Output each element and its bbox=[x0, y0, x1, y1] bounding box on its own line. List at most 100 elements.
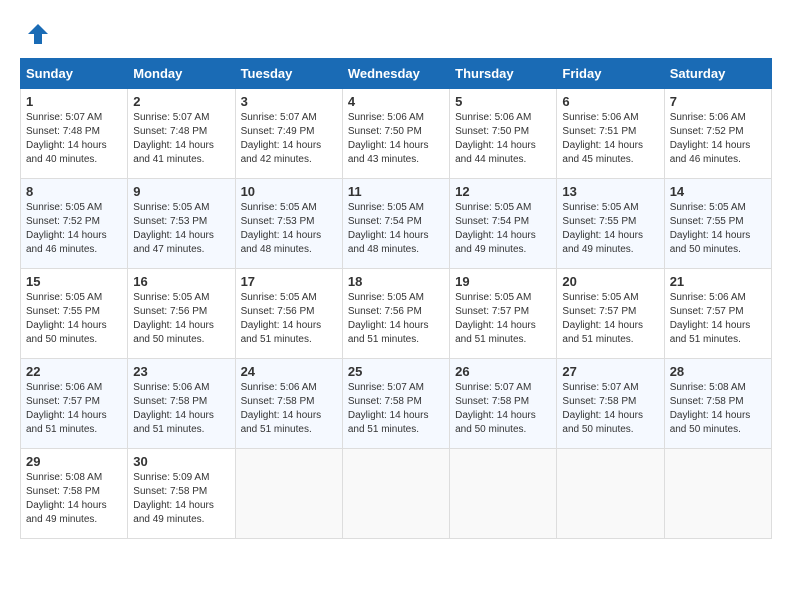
day-number: 2 bbox=[133, 94, 229, 109]
day-cell-28: 28 Sunrise: 5:08 AM Sunset: 7:58 PM Dayl… bbox=[664, 359, 771, 449]
day-number: 26 bbox=[455, 364, 551, 379]
day-cell-16: 16 Sunrise: 5:05 AM Sunset: 7:56 PM Dayl… bbox=[128, 269, 235, 359]
day-header-saturday: Saturday bbox=[664, 59, 771, 89]
day-number: 14 bbox=[670, 184, 766, 199]
empty-cell bbox=[557, 449, 664, 539]
day-number: 24 bbox=[241, 364, 337, 379]
day-number: 16 bbox=[133, 274, 229, 289]
day-number: 21 bbox=[670, 274, 766, 289]
empty-cell bbox=[664, 449, 771, 539]
day-number: 20 bbox=[562, 274, 658, 289]
day-cell-8: 8 Sunrise: 5:05 AM Sunset: 7:52 PM Dayli… bbox=[21, 179, 128, 269]
day-detail: Sunrise: 5:05 AM Sunset: 7:55 PM Dayligh… bbox=[670, 201, 766, 257]
day-number: 7 bbox=[670, 94, 766, 109]
day-number: 4 bbox=[348, 94, 444, 109]
day-cell-14: 14 Sunrise: 5:05 AM Sunset: 7:55 PM Dayl… bbox=[664, 179, 771, 269]
day-number: 9 bbox=[133, 184, 229, 199]
day-detail: Sunrise: 5:06 AM Sunset: 7:51 PM Dayligh… bbox=[562, 111, 658, 167]
day-detail: Sunrise: 5:07 AM Sunset: 7:49 PM Dayligh… bbox=[241, 111, 337, 167]
day-number: 1 bbox=[26, 94, 122, 109]
day-cell-19: 19 Sunrise: 5:05 AM Sunset: 7:57 PM Dayl… bbox=[450, 269, 557, 359]
calendar-week-1: 1 Sunrise: 5:07 AM Sunset: 7:48 PM Dayli… bbox=[21, 89, 772, 179]
day-cell-3: 3 Sunrise: 5:07 AM Sunset: 7:49 PM Dayli… bbox=[235, 89, 342, 179]
day-detail: Sunrise: 5:05 AM Sunset: 7:54 PM Dayligh… bbox=[348, 201, 444, 257]
day-cell-2: 2 Sunrise: 5:07 AM Sunset: 7:48 PM Dayli… bbox=[128, 89, 235, 179]
day-detail: Sunrise: 5:07 AM Sunset: 7:58 PM Dayligh… bbox=[562, 381, 658, 437]
day-cell-17: 17 Sunrise: 5:05 AM Sunset: 7:56 PM Dayl… bbox=[235, 269, 342, 359]
day-detail: Sunrise: 5:08 AM Sunset: 7:58 PM Dayligh… bbox=[670, 381, 766, 437]
day-number: 12 bbox=[455, 184, 551, 199]
logo-icon bbox=[24, 20, 52, 48]
day-cell-20: 20 Sunrise: 5:05 AM Sunset: 7:57 PM Dayl… bbox=[557, 269, 664, 359]
day-cell-1: 1 Sunrise: 5:07 AM Sunset: 7:48 PM Dayli… bbox=[21, 89, 128, 179]
day-header-sunday: Sunday bbox=[21, 59, 128, 89]
day-header-tuesday: Tuesday bbox=[235, 59, 342, 89]
day-number: 8 bbox=[26, 184, 122, 199]
day-number: 17 bbox=[241, 274, 337, 289]
day-cell-29: 29 Sunrise: 5:08 AM Sunset: 7:58 PM Dayl… bbox=[21, 449, 128, 539]
day-header-monday: Monday bbox=[128, 59, 235, 89]
calendar-week-3: 15 Sunrise: 5:05 AM Sunset: 7:55 PM Dayl… bbox=[21, 269, 772, 359]
calendar-week-5: 29 Sunrise: 5:08 AM Sunset: 7:58 PM Dayl… bbox=[21, 449, 772, 539]
day-cell-23: 23 Sunrise: 5:06 AM Sunset: 7:58 PM Dayl… bbox=[128, 359, 235, 449]
day-number: 5 bbox=[455, 94, 551, 109]
day-number: 15 bbox=[26, 274, 122, 289]
day-detail: Sunrise: 5:06 AM Sunset: 7:50 PM Dayligh… bbox=[348, 111, 444, 167]
day-detail: Sunrise: 5:07 AM Sunset: 7:48 PM Dayligh… bbox=[26, 111, 122, 167]
empty-cell bbox=[450, 449, 557, 539]
day-cell-10: 10 Sunrise: 5:05 AM Sunset: 7:53 PM Dayl… bbox=[235, 179, 342, 269]
day-detail: Sunrise: 5:05 AM Sunset: 7:57 PM Dayligh… bbox=[455, 291, 551, 347]
day-cell-24: 24 Sunrise: 5:06 AM Sunset: 7:58 PM Dayl… bbox=[235, 359, 342, 449]
day-number: 13 bbox=[562, 184, 658, 199]
day-number: 23 bbox=[133, 364, 229, 379]
day-detail: Sunrise: 5:06 AM Sunset: 7:58 PM Dayligh… bbox=[241, 381, 337, 437]
header-row: SundayMondayTuesdayWednesdayThursdayFrid… bbox=[21, 59, 772, 89]
day-detail: Sunrise: 5:05 AM Sunset: 7:55 PM Dayligh… bbox=[562, 201, 658, 257]
day-number: 10 bbox=[241, 184, 337, 199]
empty-cell bbox=[342, 449, 449, 539]
calendar-table: SundayMondayTuesdayWednesdayThursdayFrid… bbox=[20, 58, 772, 539]
day-detail: Sunrise: 5:05 AM Sunset: 7:56 PM Dayligh… bbox=[133, 291, 229, 347]
day-cell-13: 13 Sunrise: 5:05 AM Sunset: 7:55 PM Dayl… bbox=[557, 179, 664, 269]
header bbox=[20, 20, 772, 48]
day-cell-6: 6 Sunrise: 5:06 AM Sunset: 7:51 PM Dayli… bbox=[557, 89, 664, 179]
day-number: 3 bbox=[241, 94, 337, 109]
day-detail: Sunrise: 5:05 AM Sunset: 7:53 PM Dayligh… bbox=[133, 201, 229, 257]
day-header-thursday: Thursday bbox=[450, 59, 557, 89]
day-detail: Sunrise: 5:09 AM Sunset: 7:58 PM Dayligh… bbox=[133, 471, 229, 527]
day-header-wednesday: Wednesday bbox=[342, 59, 449, 89]
day-detail: Sunrise: 5:05 AM Sunset: 7:56 PM Dayligh… bbox=[241, 291, 337, 347]
logo bbox=[20, 20, 52, 48]
day-detail: Sunrise: 5:06 AM Sunset: 7:57 PM Dayligh… bbox=[670, 291, 766, 347]
day-detail: Sunrise: 5:05 AM Sunset: 7:54 PM Dayligh… bbox=[455, 201, 551, 257]
day-number: 30 bbox=[133, 454, 229, 469]
logo-text bbox=[20, 20, 52, 48]
day-cell-26: 26 Sunrise: 5:07 AM Sunset: 7:58 PM Dayl… bbox=[450, 359, 557, 449]
day-number: 28 bbox=[670, 364, 766, 379]
day-number: 27 bbox=[562, 364, 658, 379]
day-cell-15: 15 Sunrise: 5:05 AM Sunset: 7:55 PM Dayl… bbox=[21, 269, 128, 359]
day-cell-27: 27 Sunrise: 5:07 AM Sunset: 7:58 PM Dayl… bbox=[557, 359, 664, 449]
day-detail: Sunrise: 5:08 AM Sunset: 7:58 PM Dayligh… bbox=[26, 471, 122, 527]
day-number: 18 bbox=[348, 274, 444, 289]
day-header-friday: Friday bbox=[557, 59, 664, 89]
day-number: 11 bbox=[348, 184, 444, 199]
day-cell-18: 18 Sunrise: 5:05 AM Sunset: 7:56 PM Dayl… bbox=[342, 269, 449, 359]
empty-cell bbox=[235, 449, 342, 539]
day-cell-21: 21 Sunrise: 5:06 AM Sunset: 7:57 PM Dayl… bbox=[664, 269, 771, 359]
day-cell-11: 11 Sunrise: 5:05 AM Sunset: 7:54 PM Dayl… bbox=[342, 179, 449, 269]
day-detail: Sunrise: 5:05 AM Sunset: 7:55 PM Dayligh… bbox=[26, 291, 122, 347]
calendar-week-2: 8 Sunrise: 5:05 AM Sunset: 7:52 PM Dayli… bbox=[21, 179, 772, 269]
day-cell-7: 7 Sunrise: 5:06 AM Sunset: 7:52 PM Dayli… bbox=[664, 89, 771, 179]
day-detail: Sunrise: 5:05 AM Sunset: 7:56 PM Dayligh… bbox=[348, 291, 444, 347]
day-detail: Sunrise: 5:07 AM Sunset: 7:48 PM Dayligh… bbox=[133, 111, 229, 167]
day-detail: Sunrise: 5:06 AM Sunset: 7:50 PM Dayligh… bbox=[455, 111, 551, 167]
day-detail: Sunrise: 5:06 AM Sunset: 7:57 PM Dayligh… bbox=[26, 381, 122, 437]
day-number: 22 bbox=[26, 364, 122, 379]
calendar-week-4: 22 Sunrise: 5:06 AM Sunset: 7:57 PM Dayl… bbox=[21, 359, 772, 449]
day-detail: Sunrise: 5:07 AM Sunset: 7:58 PM Dayligh… bbox=[348, 381, 444, 437]
day-cell-5: 5 Sunrise: 5:06 AM Sunset: 7:50 PM Dayli… bbox=[450, 89, 557, 179]
day-detail: Sunrise: 5:07 AM Sunset: 7:58 PM Dayligh… bbox=[455, 381, 551, 437]
day-cell-4: 4 Sunrise: 5:06 AM Sunset: 7:50 PM Dayli… bbox=[342, 89, 449, 179]
day-number: 25 bbox=[348, 364, 444, 379]
